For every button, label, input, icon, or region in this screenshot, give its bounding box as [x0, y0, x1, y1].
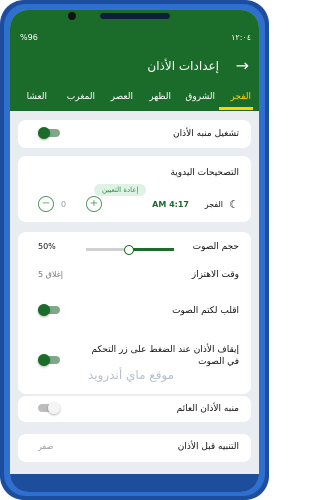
- fajr-label: الفجر: [204, 200, 223, 209]
- flip-to-mute-label: اقلب لكتم الصوت: [172, 306, 239, 316]
- toggle-knob: [48, 402, 60, 414]
- stop-on-volume-toggle[interactable]: [38, 354, 60, 366]
- enable-alarm-toggle[interactable]: [38, 127, 60, 139]
- status-bar: %96 ١٢:٠٤: [10, 30, 259, 44]
- battery-status: %96: [20, 33, 38, 42]
- reset-button[interactable]: إعادة التعيين: [94, 184, 147, 196]
- correction-value: 0: [61, 200, 67, 209]
- bottom-bezel: [10, 474, 259, 492]
- tab-sunrise[interactable]: الشروق: [185, 92, 215, 102]
- prayer-tabs: الفجر الشروق الظهر العصر المغرب العشا: [10, 88, 259, 110]
- watermark: موقع ماي أندرويد: [88, 368, 175, 382]
- cloud-moon-icon: ☾: [229, 198, 239, 211]
- volume-slider-knob[interactable]: [124, 245, 134, 255]
- time-status: ١٢:٠٤: [231, 33, 251, 42]
- fajr-time: AM 4:17: [152, 200, 189, 209]
- app-header: %96 ١٢:٠٤ إعدادات الأذان → الفجر الشروق …: [10, 10, 259, 111]
- plus-button[interactable]: +: [86, 196, 102, 212]
- floating-alarm-label: منبه الأذان العائم: [176, 404, 239, 414]
- back-icon[interactable]: →: [236, 56, 249, 75]
- tab-maghrib[interactable]: المغرب: [67, 92, 95, 102]
- enable-alarm-label: تشغيل منبه الأذان: [173, 129, 239, 139]
- app-bar: إعدادات الأذان →: [10, 50, 259, 82]
- toggle-knob: [38, 127, 50, 139]
- vibration-value: 5 إغلاق: [38, 270, 64, 279]
- tab-dhuhr[interactable]: الظهر: [149, 92, 171, 102]
- card-enable-alarm: تشغيل منبه الأذان: [18, 120, 251, 148]
- volume-value: 50%: [38, 242, 56, 251]
- tab-isha[interactable]: العشا: [27, 92, 47, 102]
- flip-to-mute-toggle[interactable]: [38, 304, 60, 316]
- toggle-knob: [38, 354, 50, 366]
- active-tab-indicator: [219, 107, 253, 110]
- page-title: إعدادات الأذان: [147, 59, 219, 73]
- phone-frame: %96 ١٢:٠٤ إعدادات الأذان → الفجر الشروق …: [0, 0, 269, 500]
- volume-slider-fill: [128, 248, 174, 251]
- volume-label: حجم الصوت: [192, 242, 239, 252]
- tab-asr[interactable]: العصر: [111, 92, 133, 102]
- toggle-knob: [38, 304, 50, 316]
- stop-on-volume-label: إيقاف الأذان عند الضغط على زر التحكم في …: [91, 345, 239, 367]
- before-alert-label: التنبيه قبل الأذان: [177, 442, 239, 452]
- card-floating-alarm: منبه الأذان العائم: [18, 396, 251, 422]
- card-manual-corrections: التصحيحات اليدوية إعادة التعيين ☾ الفجر …: [18, 156, 251, 222]
- tab-fajr[interactable]: الفجر: [230, 92, 251, 102]
- speaker: [100, 13, 170, 19]
- card-before-alert: التنبيه قبل الأذان صفر: [18, 434, 251, 462]
- camera: [68, 12, 76, 20]
- before-alert-value: صفر: [38, 442, 54, 451]
- minus-button[interactable]: −: [38, 196, 54, 212]
- screen: %96 ١٢:٠٤ إعدادات الأذان → الفجر الشروق …: [10, 10, 259, 492]
- floating-alarm-toggle[interactable]: [38, 402, 60, 414]
- vibration-label: وقت الاهتزاز: [191, 270, 239, 280]
